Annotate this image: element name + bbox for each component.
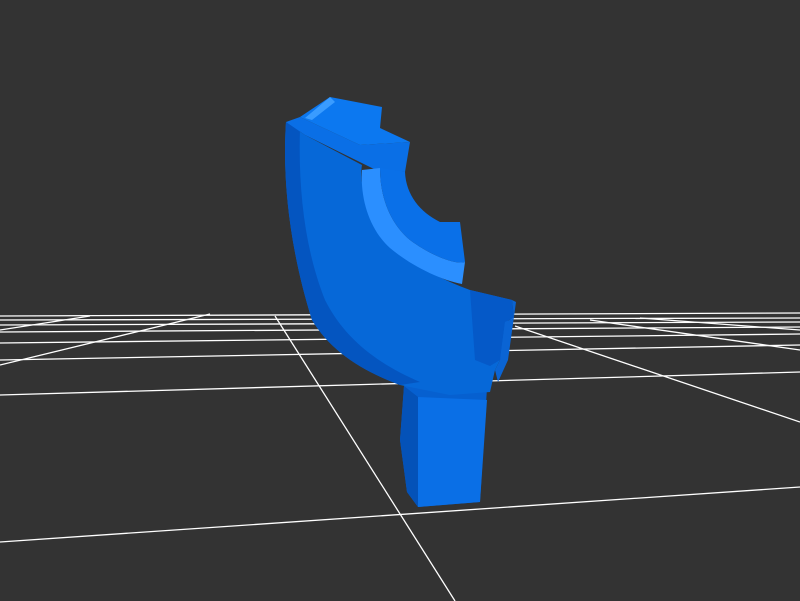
- stem-front-face: [418, 397, 487, 507]
- scene-canvas[interactable]: [0, 0, 800, 601]
- 3d-viewport[interactable]: [0, 0, 800, 601]
